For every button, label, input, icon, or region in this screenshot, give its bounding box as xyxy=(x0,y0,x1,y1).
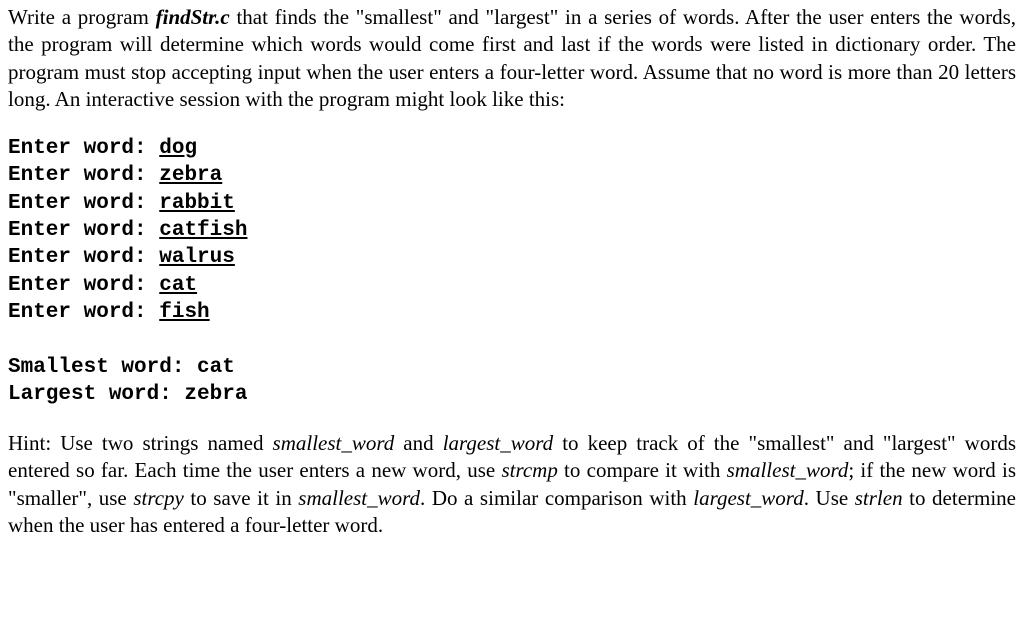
hint-paragraph: Hint: Use two strings named smallest_wor… xyxy=(8,430,1016,539)
hint-largest-word-1: largest_word xyxy=(443,431,553,455)
session-prompt-line: Enter word: walrus xyxy=(8,244,1016,271)
session-prompt-line: Enter word: zebra xyxy=(8,162,1016,189)
hint-text-6: to save it in xyxy=(184,486,298,510)
session-prompt-line: Enter word: fish xyxy=(8,299,1016,326)
interactive-session: Enter word: dogEnter word: zebraEnter wo… xyxy=(8,135,1016,408)
prompt-label: Enter word: xyxy=(8,192,159,215)
hint-smallest-word-1: smallest_word xyxy=(273,431,395,455)
blank-line xyxy=(8,326,1016,353)
hint-largest-word-2: largest_word xyxy=(693,486,803,510)
result-line: Smallest word: cat xyxy=(8,354,1016,381)
hint-text-4: to compare it with xyxy=(558,458,727,482)
prompt-label: Enter word: xyxy=(8,219,159,242)
intro-paragraph: Write a program findStr.c that finds the… xyxy=(8,4,1016,113)
user-input: catfish xyxy=(159,219,247,242)
prompt-label: Enter word: xyxy=(8,137,159,160)
result-line: Largest word: zebra xyxy=(8,381,1016,408)
user-input: cat xyxy=(159,274,197,297)
hint-smallest-word-3: smallest_word xyxy=(298,486,420,510)
session-prompt-line: Enter word: cat xyxy=(8,272,1016,299)
session-prompt-line: Enter word: dog xyxy=(8,135,1016,162)
session-prompt-line: Enter word: rabbit xyxy=(8,190,1016,217)
session-prompt-line: Enter word: catfish xyxy=(8,217,1016,244)
hint-text-7: . Do a similar comparison with xyxy=(420,486,693,510)
hint-strcpy: strcpy xyxy=(133,486,184,510)
hint-text-1: Hint: Use two strings named xyxy=(8,431,273,455)
hint-strlen: strlen xyxy=(855,486,903,510)
hint-smallest-word-2: smallest_word xyxy=(727,458,849,482)
filename: findStr.c xyxy=(156,5,230,29)
user-input: zebra xyxy=(159,164,222,187)
prompt-label: Enter word: xyxy=(8,164,159,187)
user-input: rabbit xyxy=(159,192,235,215)
hint-text-8: . Use xyxy=(804,486,855,510)
user-input: fish xyxy=(159,301,209,324)
hint-strcmp: strcmp xyxy=(501,458,557,482)
user-input: dog xyxy=(159,137,197,160)
prompt-label: Enter word: xyxy=(8,274,159,297)
hint-text-2: and xyxy=(394,431,442,455)
intro-text-1: Write a program xyxy=(8,5,156,29)
prompt-label: Enter word: xyxy=(8,301,159,324)
prompt-label: Enter word: xyxy=(8,246,159,269)
user-input: walrus xyxy=(159,246,235,269)
